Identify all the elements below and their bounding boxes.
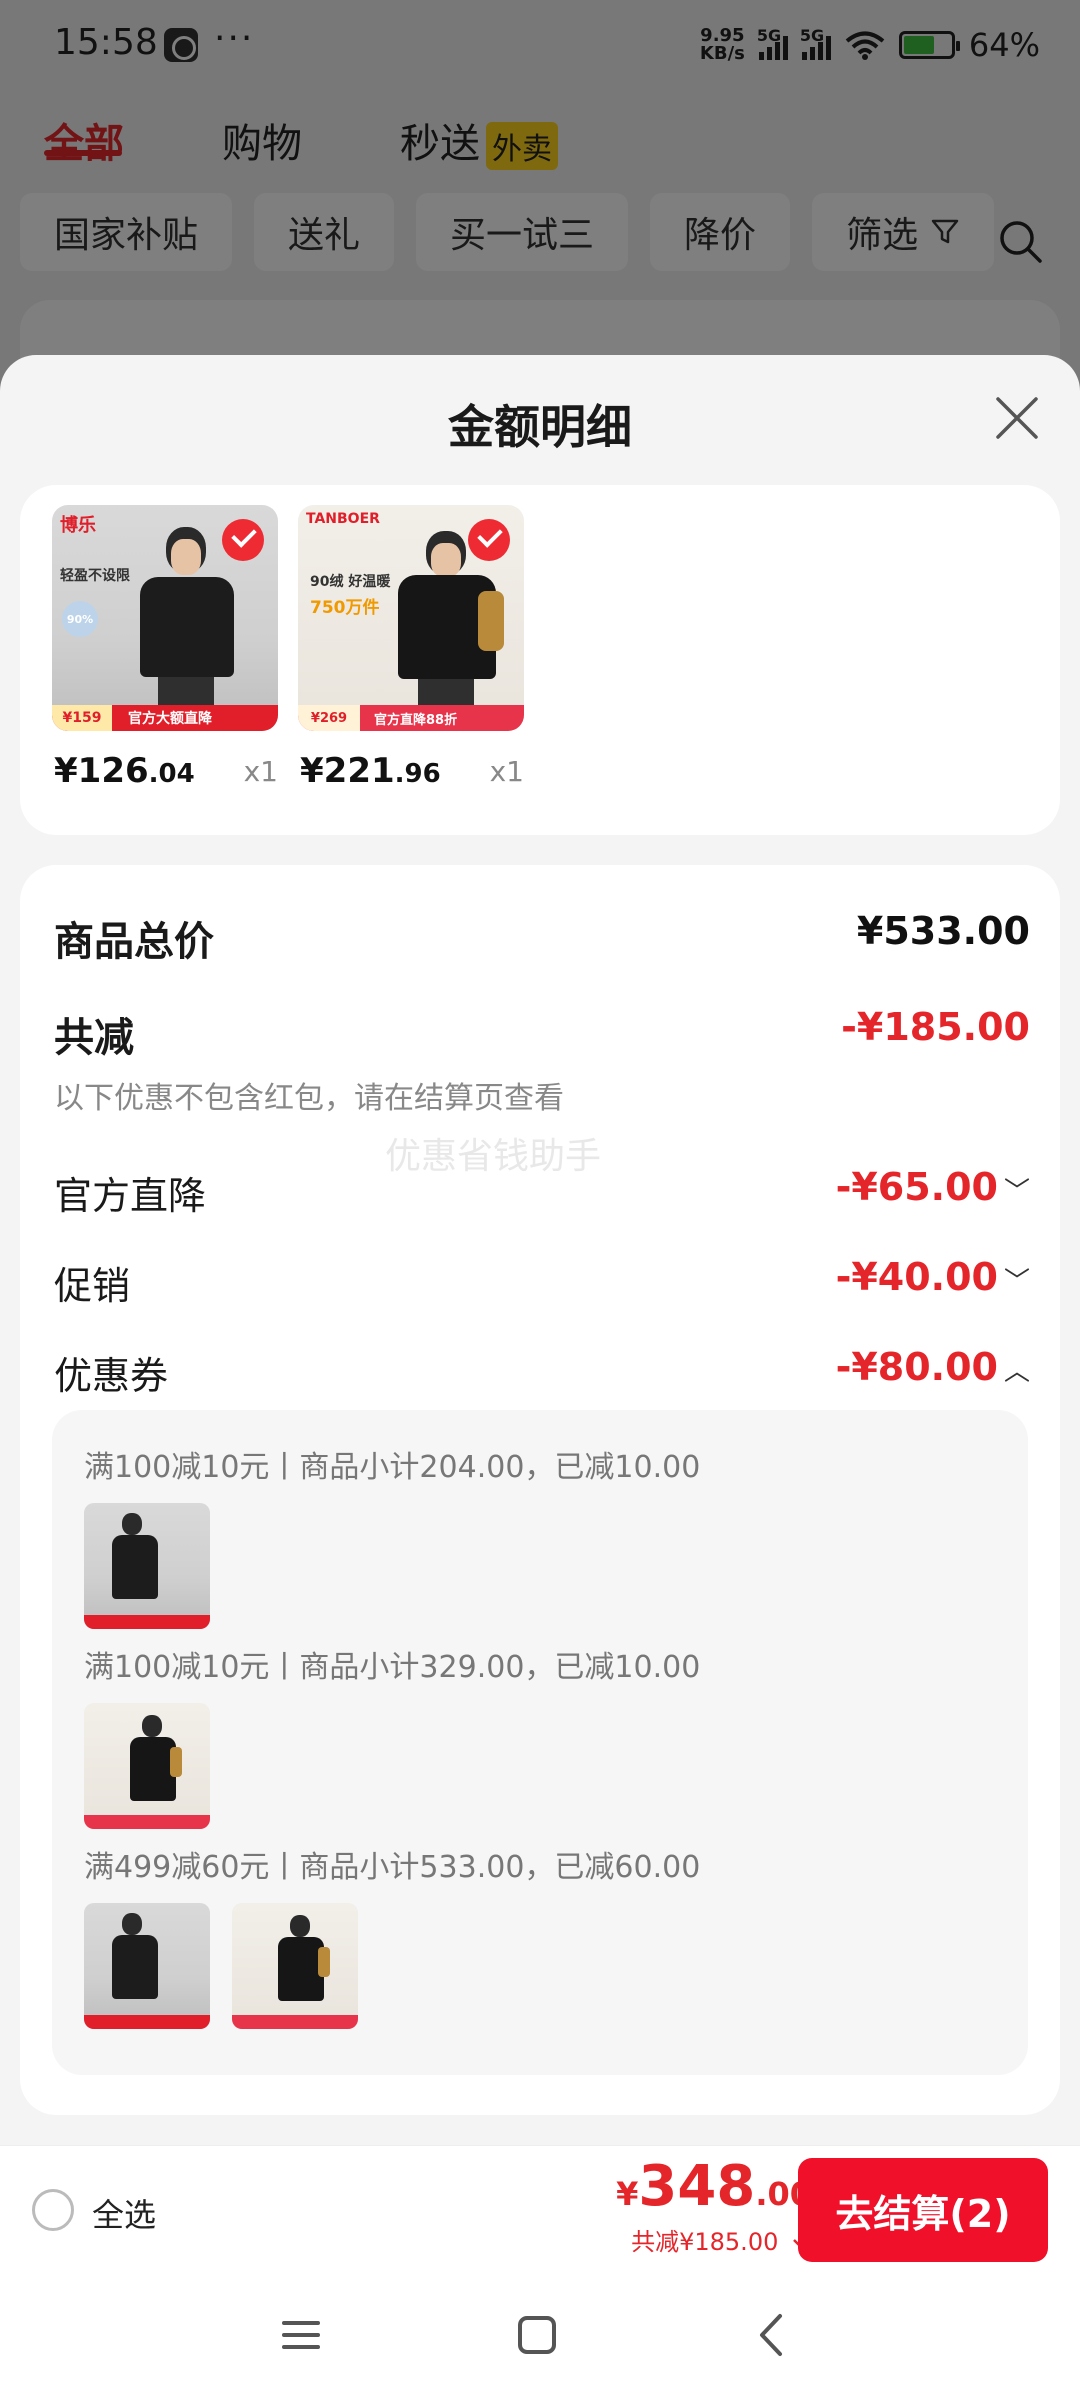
coupon-details: 满100减10元丨商品小计204.00，已减10.00 满100减10元丨商品小… [52,1410,1028,2075]
promotion-value: -¥40.00 [835,1255,998,1299]
total-price-label: 商品总价 [54,919,214,965]
coupon-product-thumb[interactable] [232,1903,358,2029]
product-brand: 博乐 [60,515,96,536]
product-tagline: 轻盈不设限 [60,568,130,584]
selected-products: 博乐 轻盈不设限 90% ¥159 官方大额直降 ¥126.04 x1 TANB… [20,485,1060,835]
product-price-dec: .04 [148,759,195,789]
strip-price: ¥269 [298,705,360,731]
chevron-up-icon: ︿ [1003,1357,1030,1387]
product-price-dec: .96 [394,759,441,789]
product-promo-strip: ¥159 官方大额直降 [52,705,278,731]
promotion-label: 促销 [54,1264,131,1308]
strip-text: 官方直降88折 [374,712,458,728]
checkout-button[interactable]: 去结算(2) [798,2158,1048,2262]
coupon-rule: 满100减10元丨商品小计329.00，已减10.00 [84,1650,701,1685]
chevron-down-icon: ﹀ [1003,1267,1030,1297]
coupon-value: -¥80.00 [835,1345,998,1389]
strip-text: 官方大额直降 [128,711,212,727]
product-item[interactable]: 博乐 轻盈不设限 90% ¥159 官方大额直降 ¥126.04 x1 [52,505,278,791]
checkout-bar: 全选 ¥348.00 共减¥185.00 去结算(2) [0,2145,1080,2270]
coupon-toggle[interactable]: -¥80.00 ︿ [836,1345,1030,1389]
sheet-title: 金额明细 [448,400,632,454]
coupon-label: 优惠券 [54,1354,169,1398]
check-icon[interactable] [222,519,264,561]
product-model [132,527,242,707]
discount-detail-toggle[interactable]: 共减¥185.00 [631,2222,810,2257]
coupon-product-thumb[interactable] [84,1703,210,1829]
product-price-int: ¥221 [300,751,395,791]
product-price: ¥126.04 [54,751,195,791]
promotion-toggle[interactable]: -¥40.00 ﹀ [836,1255,1030,1299]
product-tagline: 90绒 好温暖 [310,574,391,590]
menu-icon[interactable] [276,2310,326,2360]
product-badge: 90% [62,601,98,637]
total-price-value: ¥533.00 [856,909,1030,953]
home-icon[interactable] [512,2310,562,2360]
close-icon[interactable] [994,395,1040,441]
official-discount-label: 官方直降 [54,1174,207,1218]
discount-note: 以下优惠不包含红包，请在结算页查看 [54,1081,564,1116]
final-total: ¥348.00 [616,2154,812,2219]
final-total-int: 348 [638,2154,756,2219]
product-price: ¥221.96 [300,751,441,791]
system-navigation-bar [0,2270,1080,2400]
currency-symbol: ¥ [616,2175,639,2213]
product-quantity: x1 [243,755,278,788]
official-discount-value: -¥65.00 [835,1165,998,1209]
coupon-product-thumb[interactable] [84,1503,210,1629]
discount-summary: 共减¥185.00 [631,2228,779,2256]
product-item[interactable]: TANBOER 90绒 好温暖 750万件 ¥269 官方直降88折 ¥221.… [298,505,524,791]
product-highlight: 750万件 [310,598,380,618]
strip-price: ¥159 [52,705,112,731]
watermark: 优惠省钱助手 [385,1136,602,1177]
product-brand: TANBOER [306,511,380,527]
product-promo-strip: ¥269 官方直降88折 [298,705,524,731]
price-summary: 商品总价 ¥533.00 共减 -¥185.00 以下优惠不包含红包，请在结算页… [20,865,1060,2115]
product-image[interactable]: TANBOER 90绒 好温暖 750万件 ¥269 官方直降88折 [298,505,524,731]
chevron-down-icon: ﹀ [1003,1177,1030,1207]
total-discount-value: -¥185.00 [841,1005,1030,1049]
select-all-label[interactable]: 全选 [92,2190,156,2236]
back-icon[interactable] [748,2310,798,2360]
product-price-int: ¥126 [54,751,149,791]
select-all-checkbox[interactable] [32,2189,74,2231]
check-icon[interactable] [468,519,510,561]
official-discount-toggle[interactable]: -¥65.00 ﹀ [836,1165,1030,1209]
total-discount-label: 共减 [54,1015,134,1061]
product-image[interactable]: 博乐 轻盈不设限 90% ¥159 官方大额直降 [52,505,278,731]
product-quantity: x1 [489,755,524,788]
amount-detail-sheet: 金额明细 博乐 轻盈不设限 90% ¥159 官方大额直降 ¥126.04 x1… [0,355,1080,2270]
coupon-rule: 满499减60元丨商品小计533.00，已减60.00 [84,1850,701,1885]
coupon-product-thumb[interactable] [84,1903,210,2029]
coupon-rule: 满100减10元丨商品小计204.00，已减10.00 [84,1450,701,1485]
